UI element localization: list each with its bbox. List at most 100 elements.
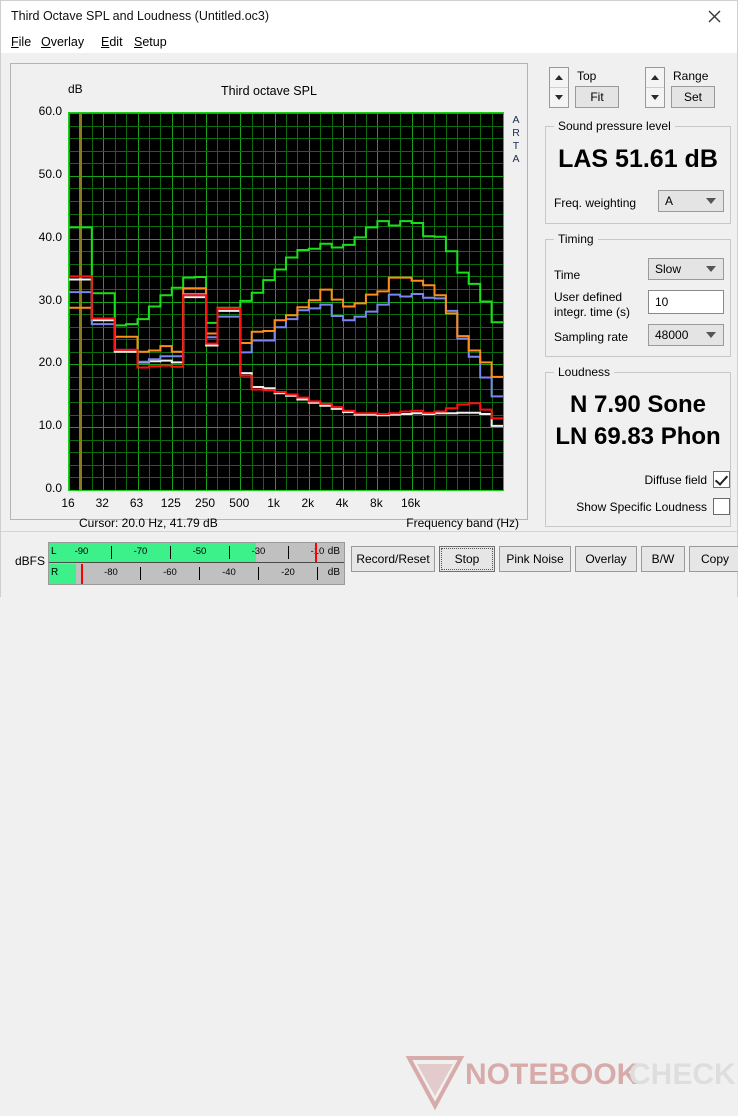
meter-channel-right: R	[51, 567, 59, 578]
menu-item-edit[interactable]: Edit	[101, 35, 123, 49]
chevron-down-icon	[706, 266, 716, 272]
watermark-text-dark: NOTEBOOK	[465, 1058, 639, 1091]
button-b-w[interactable]: B/W	[641, 546, 685, 572]
sampling-rate-select[interactable]: 48000	[648, 324, 724, 346]
y-tick-label: 0.0	[45, 481, 62, 495]
notebookcheck-watermark: NOTEBOOK CHECK	[405, 1056, 736, 1111]
sound-pressure-level-group: Sound pressure level LAS 51.61 dB Freq. …	[545, 119, 731, 224]
watermark-text-light: CHECK	[629, 1058, 736, 1091]
time-value: Slow	[655, 262, 682, 276]
meter-tick-label: -80	[104, 567, 118, 578]
timing-group: Timing Time Slow User defined integr. ti…	[545, 232, 731, 357]
show-specific-loudness-checkbox[interactable]	[713, 498, 730, 515]
integr-time-value: 10	[655, 295, 669, 309]
integr-time-label-line2: integr. time (s)	[554, 305, 631, 319]
chevron-down-icon	[651, 94, 659, 100]
meter-tick-label: -10	[310, 546, 325, 557]
top-label: Top	[577, 69, 597, 83]
spl-chart-plot-area[interactable]	[68, 112, 504, 491]
sampling-rate-value: 48000	[655, 328, 689, 342]
bottom-bar: dBFS L -90 -70 -50 -30 -10 dB R -80 -60 -40 -20…	[1, 531, 738, 1111]
time-select[interactable]: Slow	[648, 258, 724, 280]
cursor-readout: Cursor: 20.0 Hz, 41.79 dB	[79, 516, 218, 530]
graph-panel: Third octave SPL dB ARTA 60.0 50.0 40.0 30.…	[10, 63, 528, 530]
diffuse-field-label: Diffuse field	[644, 472, 707, 487]
timing-group-title: Timing	[554, 232, 598, 246]
y-tick-label: 50.0	[38, 166, 62, 181]
integr-time-input[interactable]: 10	[648, 290, 724, 314]
y-tick-label: 60.0	[38, 104, 62, 118]
application-window: Third Octave SPL and Loudness (Untitled.…	[0, 0, 738, 1111]
meter-unit-right: dB	[327, 567, 340, 578]
button-stop[interactable]: Stop	[439, 546, 495, 572]
meter-tick-label: -20	[281, 567, 295, 578]
y-tick-label: 10.0	[38, 418, 62, 433]
close-icon[interactable]	[691, 1, 737, 32]
chevron-down-icon	[706, 332, 716, 338]
range-control-group: Range Set	[645, 67, 731, 111]
meter-tick-mark	[287, 546, 289, 559]
spl-reading: LAS 51.61 dB	[558, 145, 718, 173]
range-spinner-down[interactable]	[646, 88, 664, 108]
sampling-rate-label: Sampling rate	[554, 330, 629, 344]
meter-tick-label: -30	[251, 546, 266, 557]
meter-row-right: R -80 -60 -40 -20 dB	[49, 564, 344, 584]
diffuse-field-row[interactable]: Diffuse field	[546, 471, 738, 488]
freq-weighting-select[interactable]: A	[658, 190, 724, 212]
main-content: Third octave SPL dB ARTA 60.0 50.0 40.0 30.…	[1, 53, 737, 531]
y-axis-unit-label: dB	[68, 82, 83, 96]
freq-weighting-value: A	[665, 194, 674, 208]
button-record-reset[interactable]: Record/Reset	[351, 546, 435, 572]
dbfs-level-meter[interactable]: L -90 -70 -50 -30 -10 dB R -80 -60 -40 -20 dB	[48, 542, 345, 585]
show-specific-loudness-row[interactable]: Show Specific Loudness	[546, 498, 738, 515]
menu-item-overlay[interactable]: Overlay	[41, 35, 84, 49]
top-control-group: Top Fit	[549, 67, 629, 111]
button-overlay[interactable]: Overlay	[575, 546, 637, 572]
top-spinner[interactable]	[549, 67, 569, 108]
range-spinner[interactable]	[645, 67, 665, 108]
y-tick-label: 30.0	[38, 292, 62, 307]
diffuse-field-checkbox[interactable]	[713, 471, 730, 488]
show-specific-loudness-label: Show Specific Loudness	[576, 499, 707, 514]
meter-tick-mark	[169, 546, 171, 559]
arta-watermark-label: ARTA	[512, 114, 520, 165]
dbfs-label: dBFS	[15, 554, 46, 568]
loudness-group-title: Loudness	[554, 365, 615, 379]
meter-channel-left: L	[51, 546, 57, 557]
chevron-down-icon	[706, 198, 716, 204]
x-axis-title: Frequency band (Hz)	[406, 516, 519, 530]
chart-title: Third octave SPL	[221, 84, 317, 98]
button-copy[interactable]: Copy	[689, 546, 738, 572]
menu-item-file[interactable]: File	[11, 35, 31, 49]
meter-peak-left	[314, 543, 317, 562]
range-spinner-up[interactable]	[646, 68, 664, 88]
meter-tick-label: -40	[222, 567, 236, 578]
loudness-group: Loudness N 7.90 Sone LN 69.83 Phon Diffu…	[545, 365, 731, 527]
y-tick-label: 20.0	[38, 355, 62, 370]
chevron-up-icon	[555, 74, 563, 80]
meter-tick-label: -90	[74, 546, 89, 557]
menu-bar: File Overlay Edit Setup	[1, 32, 737, 53]
meter-tick-label: -60	[163, 567, 177, 578]
window-title: Third Octave SPL and Loudness (Untitled.…	[11, 9, 270, 23]
top-spinner-down[interactable]	[550, 88, 568, 108]
menu-item-setup[interactable]: Setup	[134, 35, 167, 49]
x-tick-label: 16k	[400, 496, 421, 510]
button-pink-noise[interactable]: Pink Noise	[499, 546, 571, 572]
meter-peak-right	[81, 564, 84, 584]
top-spinner-up[interactable]	[550, 68, 568, 88]
set-button[interactable]: Set	[671, 86, 715, 108]
range-label: Range	[673, 69, 709, 83]
chart-svg	[69, 113, 503, 490]
time-label: Time	[554, 268, 581, 282]
chevron-up-icon	[651, 74, 659, 80]
meter-tick-mark	[110, 546, 112, 559]
loudness-phon-reading: LN 69.83 Phon	[555, 423, 721, 450]
meter-tick-mark	[258, 567, 260, 580]
fit-button[interactable]: Fit	[575, 86, 619, 108]
chevron-down-icon	[555, 94, 563, 100]
freq-weighting-label: Freq. weighting	[554, 196, 637, 210]
y-tick-label: 40.0	[38, 229, 62, 244]
meter-tick-mark	[140, 567, 142, 580]
meter-tick-label: -50	[192, 546, 207, 557]
